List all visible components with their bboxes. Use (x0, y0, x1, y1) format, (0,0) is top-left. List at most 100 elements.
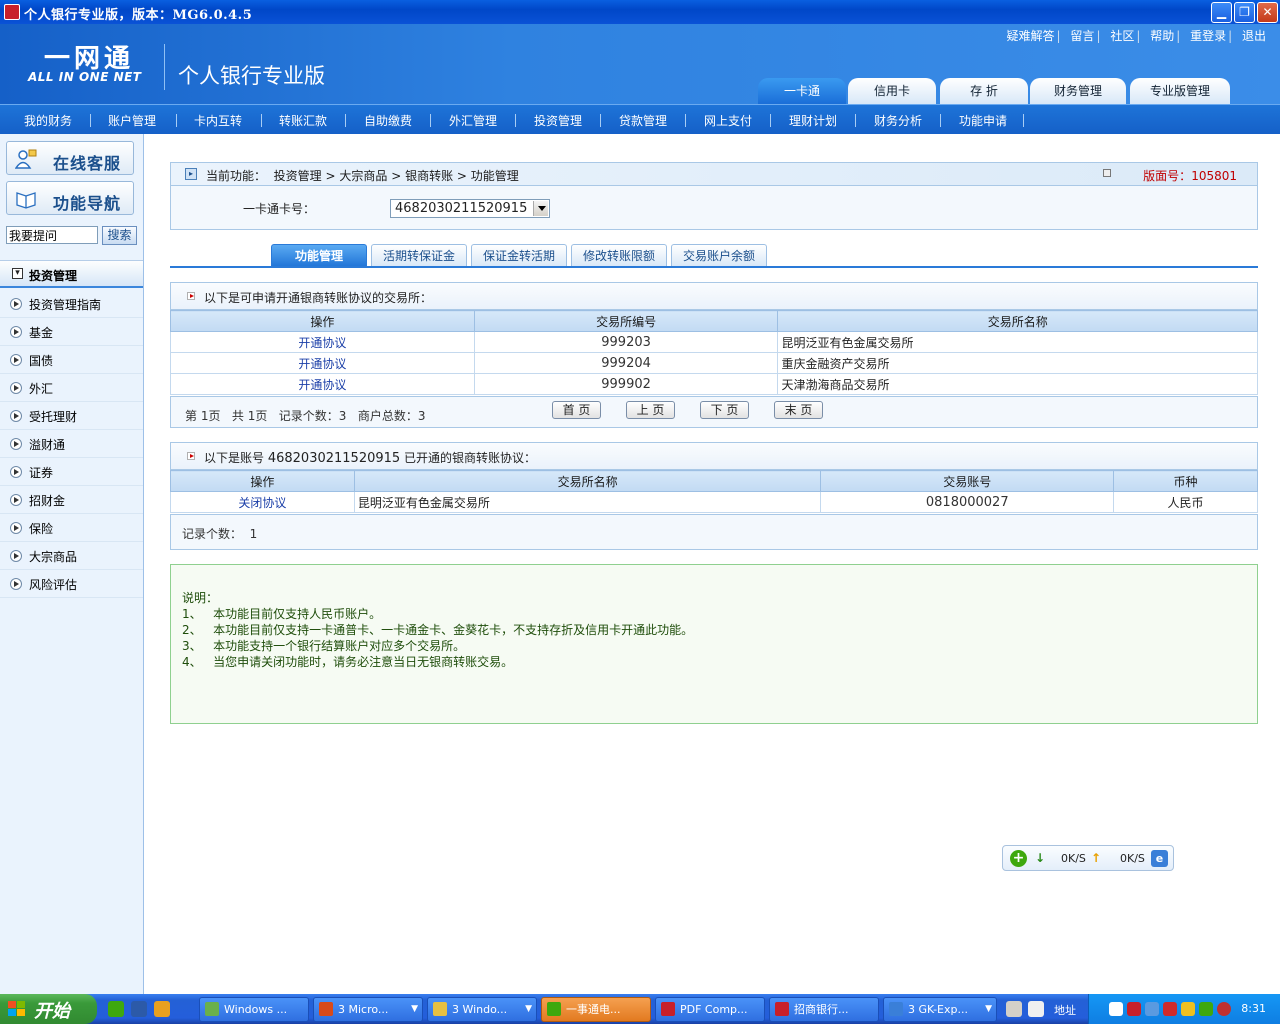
collapse-icon[interactable]: ▾ (12, 268, 23, 279)
menu-item-trust-wealth[interactable]: 受托理财 (0, 402, 143, 430)
close-agreement-link[interactable]: 关闭协议 (170, 491, 355, 513)
taskbar-item-active[interactable]: 一事通电... (541, 997, 651, 1022)
first-page-button[interactable]: 首 页 (552, 401, 601, 419)
tray-icon[interactable] (1109, 1002, 1123, 1016)
tray-icon[interactable] (1199, 1002, 1213, 1016)
opened-heading-prefix: 以下是账号 (204, 451, 265, 465)
open-agreement-link[interactable]: 开通协议 (170, 331, 475, 353)
nav-apply[interactable]: 功能申请 (959, 112, 1007, 129)
function-nav-button[interactable]: 功能导航 (6, 181, 134, 215)
tab-trade-balance[interactable]: 交易账户余额 (671, 244, 767, 266)
network-speed-widget[interactable]: + ↓ 0K/S ↑ 0K/S e (1002, 845, 1174, 871)
quicklaunch-icon[interactable] (154, 1001, 170, 1017)
opened-account-number: 4682030211520915 (267, 451, 401, 466)
top-link-message[interactable]: 留言 (1070, 29, 1094, 43)
open-agreement-link[interactable]: 开通协议 (170, 373, 475, 395)
note-line: 2、 本功能目前仅支持一卡通普卡、一卡通金卡、金葵花卡，不支持存折及信用卡开通此… (182, 623, 694, 637)
top-link-logout[interactable]: 退出 (1242, 29, 1266, 43)
card-number-select[interactable]: 4682030211520915 (390, 199, 550, 218)
open-agreement-link[interactable]: 开通协议 (170, 352, 475, 374)
nav-my-finance[interactable]: 我的财务 (24, 112, 72, 129)
taskbar-item[interactable]: Windows ... (199, 997, 309, 1022)
next-page-button[interactable]: 下 页 (700, 401, 749, 419)
nav-wealth-plan[interactable]: 理财计划 (789, 112, 837, 129)
quicklaunch-icon[interactable] (108, 1001, 124, 1017)
nav-remittance[interactable]: 转账汇款 (279, 112, 327, 129)
taskbar-item[interactable]: 3 Micro... ▼ (313, 997, 423, 1022)
window-title-bar[interactable]: 个人银行专业版，版本：MG6.0.4.5 ▁ ❐ ✕ (0, 0, 1280, 24)
ask-question-input[interactable] (6, 226, 98, 244)
nav-forex[interactable]: 外汇管理 (449, 112, 497, 129)
nav-investment[interactable]: 投资管理 (534, 112, 582, 129)
keyboard-icon[interactable] (1006, 1001, 1022, 1017)
nav-loan[interactable]: 贷款管理 (619, 112, 667, 129)
last-page-button[interactable]: 末 页 (774, 401, 823, 419)
start-button[interactable]: 开始 (0, 994, 97, 1024)
nav-account[interactable]: 账户管理 (108, 112, 156, 129)
tab-one-card[interactable]: 一卡通 (758, 78, 846, 104)
nav-separator (90, 114, 91, 127)
menu-item-risk-assessment[interactable]: 风险评估 (0, 570, 143, 598)
top-link-faq[interactable]: 疑难解答 (1007, 29, 1055, 43)
menu-item-insurance[interactable]: 保险 (0, 514, 143, 542)
shield-icon[interactable] (1163, 1002, 1177, 1016)
tab-finance[interactable]: 财务管理 (1030, 78, 1126, 104)
task-label: Windows ... (224, 1003, 288, 1016)
nav-analysis[interactable]: 财务分析 (874, 112, 922, 129)
close-button[interactable]: ✕ (1257, 2, 1278, 23)
tab-passbook[interactable]: 存 折 (940, 78, 1028, 104)
top-link-help[interactable]: 帮助 (1150, 29, 1174, 43)
menu-item-fund[interactable]: 基金 (0, 318, 143, 346)
browser-icon[interactable]: e (1151, 850, 1168, 867)
product-name: 个人银行专业版 (178, 64, 325, 88)
menu-item-bond[interactable]: 国债 (0, 346, 143, 374)
nav-payment[interactable]: 自助缴费 (364, 112, 412, 129)
plus-icon[interactable]: + (1010, 850, 1027, 867)
search-button[interactable]: 搜索 (102, 226, 137, 245)
breadcrumb-item: 功能管理 (470, 169, 519, 183)
tray-icon[interactable] (1181, 1002, 1195, 1016)
taskbar-item[interactable]: 3 GK-Exp... ▼ (883, 997, 997, 1022)
sub-tabs: 功能管理 活期转保证金 保证金转活期 修改转账限额 交易账户余额 (170, 244, 1258, 268)
top-link-separator: | (1056, 29, 1061, 43)
menu-item-yicaitong[interactable]: 溢财通 (0, 430, 143, 458)
pin-icon[interactable] (1103, 169, 1111, 177)
dropdown-arrow-icon[interactable] (533, 201, 548, 216)
menu-item-investment-guide[interactable]: 投资管理指南 (0, 290, 143, 318)
tab-modify-limit[interactable]: 修改转账限额 (571, 244, 667, 266)
taskbar-item[interactable]: PDF Comp... (655, 997, 765, 1022)
nav-online-pay[interactable]: 网上支付 (704, 112, 752, 129)
available-exchanges-table: 操作 交易所编号 交易所名称 开通协议 999203 昆明泛亚有色金属交易所 开… (170, 310, 1258, 395)
menu-item-label: 大宗商品 (29, 550, 78, 564)
menu-section-investment[interactable]: ▾ 投资管理 (0, 260, 143, 288)
help-icon[interactable] (1028, 1001, 1044, 1017)
nav-separator (176, 114, 177, 127)
top-link-community[interactable]: 社区 (1110, 29, 1134, 43)
top-link-relogin[interactable]: 重登录 (1190, 29, 1226, 43)
taskbar-item[interactable]: 招商银行... (769, 997, 879, 1022)
exchange-name: 昆明泛亚有色金属交易所 (353, 491, 822, 513)
taskbar-item[interactable]: 3 Windo... ▼ (427, 997, 537, 1022)
tab-pro-admin[interactable]: 专业版管理 (1130, 78, 1230, 104)
tray-icon[interactable] (1145, 1002, 1159, 1016)
tab-current-to-margin[interactable]: 活期转保证金 (371, 244, 467, 266)
arrow-bullet-icon (10, 550, 22, 562)
quicklaunch-icon[interactable] (131, 1001, 147, 1017)
menu-item-forex[interactable]: 外汇 (0, 374, 143, 402)
address-label: 地址 (1054, 1004, 1076, 1017)
minimize-button[interactable]: ▁ (1211, 2, 1232, 23)
prev-page-button[interactable]: 上 页 (626, 401, 675, 419)
block-icon[interactable] (1217, 1002, 1231, 1016)
tab-margin-to-current[interactable]: 保证金转活期 (471, 244, 567, 266)
nav-card-transfer[interactable]: 卡内互转 (194, 112, 242, 129)
menu-item-securities[interactable]: 证券 (0, 458, 143, 486)
task-app-icon (205, 1002, 219, 1016)
online-service-button[interactable]: 在线客服 (6, 141, 134, 175)
maximize-button[interactable]: ❐ (1234, 2, 1255, 23)
task-app-icon (433, 1002, 447, 1016)
menu-item-commodities[interactable]: 大宗商品 (0, 542, 143, 570)
menu-item-gold[interactable]: 招财金 (0, 486, 143, 514)
tray-icon[interactable] (1127, 1002, 1141, 1016)
tab-credit-card[interactable]: 信用卡 (848, 78, 936, 104)
tab-function-management[interactable]: 功能管理 (271, 244, 367, 266)
